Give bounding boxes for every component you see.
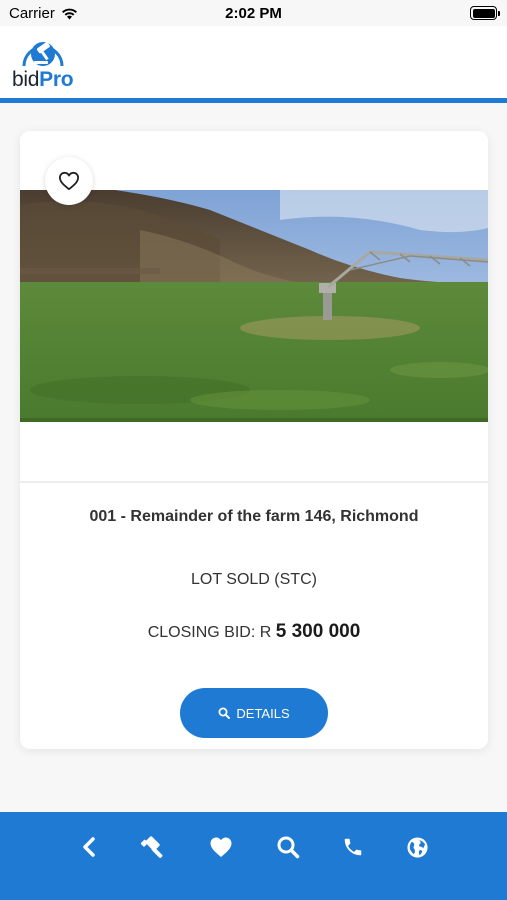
nav-contact-button[interactable] (338, 833, 368, 861)
chevron-left-icon (83, 837, 95, 857)
closing-bid: CLOSING BID: R 5 300 000 (20, 621, 488, 643)
logo-wordmark: bidPro (12, 68, 74, 92)
nav-website-button[interactable] (402, 833, 432, 861)
phone-icon (344, 838, 362, 856)
status-time: 2:02 PM (225, 5, 282, 22)
status-bar: Carrier 2:02 PM (0, 0, 507, 26)
bidpro-logo[interactable]: bidPro (12, 36, 74, 92)
heart-outline-icon (59, 171, 79, 191)
gavel-icon (140, 836, 163, 858)
battery-tip (498, 10, 500, 16)
nav-search-button[interactable] (273, 833, 303, 861)
closing-bid-amount: 5 300 000 (275, 621, 361, 642)
heart-icon (210, 837, 232, 857)
search-icon (277, 836, 300, 859)
search-icon (218, 707, 231, 719)
favorite-button[interactable] (45, 157, 93, 205)
battery-level (472, 8, 495, 18)
logo-text-pro: Pro (39, 68, 74, 91)
nav-back-button[interactable] (74, 833, 104, 861)
battery-icon (470, 6, 500, 20)
card-divider (20, 481, 488, 483)
lot-photo-area[interactable] (20, 131, 488, 481)
details-label: DETAILS (236, 705, 290, 721)
nav-favorites-button[interactable] (206, 833, 236, 861)
app-header: bidPro (0, 26, 507, 98)
header-divider (0, 98, 507, 103)
lot-status: LOT SOLD (STC) (191, 571, 317, 588)
logo-text-bid: bid (12, 68, 40, 91)
nav-auctions-button[interactable] (138, 833, 168, 861)
farm-landscape-image (20, 190, 488, 422)
bottom-nav (0, 812, 507, 900)
lot-title: 001 - Remainder of the farm 146, Richmon… (89, 508, 419, 525)
closing-bid-label: CLOSING BID: R (147, 624, 272, 641)
lot-card: 001 - Remainder of the farm 146, Richmon… (20, 131, 488, 749)
globe-icon (406, 836, 428, 858)
lot-photo[interactable] (20, 190, 488, 422)
details-button[interactable]: DETAILS (180, 688, 328, 738)
auction-gavel-logo-icon (22, 42, 64, 67)
